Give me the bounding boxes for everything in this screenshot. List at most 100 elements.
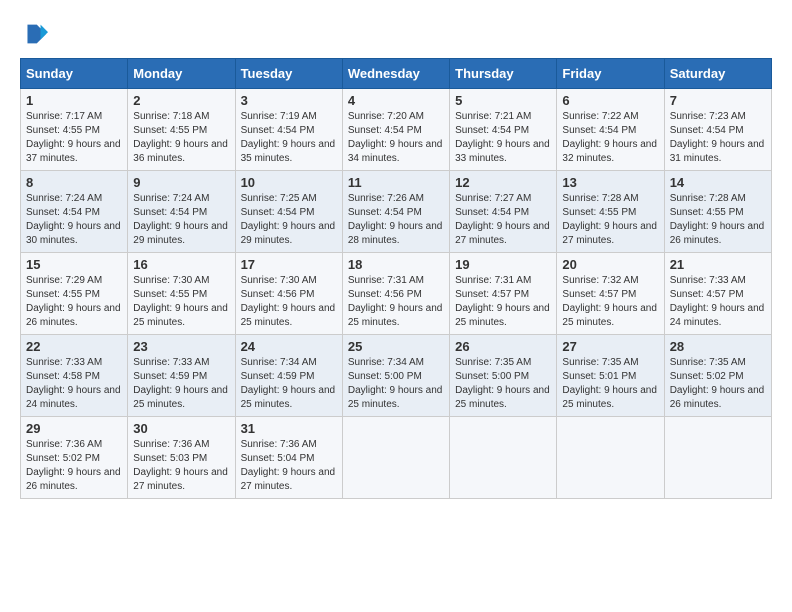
calendar-cell: 14 Sunrise: 7:28 AMSunset: 4:55 PMDayligh… [664, 171, 771, 253]
header-wednesday: Wednesday [342, 59, 449, 89]
day-content: Sunrise: 7:22 AMSunset: 4:54 PMDaylight:… [562, 111, 657, 164]
day-number: 3 [241, 93, 337, 108]
day-number: 16 [133, 257, 229, 272]
day-number: 27 [562, 339, 658, 354]
day-number: 2 [133, 93, 229, 108]
calendar-cell: 5Sunrise: 7:21 AMSunset: 4:54 PMDaylight… [450, 89, 557, 171]
day-content: Sunrise: 7:27 AMSunset: 4:54 PMDaylight:… [455, 193, 550, 246]
day-content: Sunrise: 7:17 AMSunset: 4:55 PMDaylight:… [26, 111, 121, 164]
calendar-cell: 7 Sunrise: 7:23 AMSunset: 4:54 PMDaylight… [664, 89, 771, 171]
day-content: Sunrise: 7:31 AMSunset: 4:57 PMDaylight:… [455, 275, 550, 328]
day-content: Sunrise: 7:36 AMSunset: 5:03 PMDaylight:… [133, 439, 228, 492]
day-number: 15 [26, 257, 122, 272]
header-friday: Friday [557, 59, 664, 89]
day-content: Sunrise: 7:33 AMSunset: 4:57 PMDaylight:… [670, 275, 765, 328]
calendar-cell [450, 417, 557, 499]
day-number: 5 [455, 93, 551, 108]
calendar-cell: 12 Sunrise: 7:27 AMSunset: 4:54 PMDayligh… [450, 171, 557, 253]
day-content: Sunrise: 7:26 AMSunset: 4:54 PMDaylight:… [348, 193, 443, 246]
calendar-cell: 16Sunrise: 7:30 AMSunset: 4:55 PMDayligh… [128, 253, 235, 335]
calendar-cell: 2 Sunrise: 7:18 AMSunset: 4:55 PMDaylight… [128, 89, 235, 171]
day-content: Sunrise: 7:31 AMSunset: 4:56 PMDaylight:… [348, 275, 443, 328]
day-content: Sunrise: 7:29 AMSunset: 4:55 PMDaylight:… [26, 275, 121, 328]
day-number: 12 [455, 175, 551, 190]
header-tuesday: Tuesday [235, 59, 342, 89]
day-number: 26 [455, 339, 551, 354]
day-number: 6 [562, 93, 658, 108]
calendar-cell: 25Sunrise: 7:34 AMSunset: 5:00 PMDayligh… [342, 335, 449, 417]
day-content: Sunrise: 7:25 AMSunset: 4:54 PMDaylight:… [241, 193, 336, 246]
calendar-table: SundayMondayTuesdayWednesdayThursdayFrid… [20, 58, 772, 499]
day-number: 29 [26, 421, 122, 436]
logo-icon [20, 20, 48, 48]
calendar-cell: 4Sunrise: 7:20 AMSunset: 4:54 PMDaylight… [342, 89, 449, 171]
calendar-cell: 19Sunrise: 7:31 AMSunset: 4:57 PMDayligh… [450, 253, 557, 335]
day-number: 25 [348, 339, 444, 354]
calendar-cell: 1 Sunrise: 7:17 AMSunset: 4:55 PMDaylight… [21, 89, 128, 171]
day-number: 4 [348, 93, 444, 108]
day-number: 10 [241, 175, 337, 190]
header-thursday: Thursday [450, 59, 557, 89]
day-content: Sunrise: 7:35 AMSunset: 5:00 PMDaylight:… [455, 357, 550, 410]
day-content: Sunrise: 7:23 AMSunset: 4:54 PMDaylight:… [670, 111, 765, 164]
calendar-cell: 22Sunrise: 7:33 AMSunset: 4:58 PMDayligh… [21, 335, 128, 417]
day-number: 18 [348, 257, 444, 272]
calendar-cell: 24 Sunrise: 7:34 AMSunset: 4:59 PMDayligh… [235, 335, 342, 417]
day-number: 1 [26, 93, 122, 108]
calendar-week-row: 15 Sunrise: 7:29 AMSunset: 4:55 PMDayligh… [21, 253, 772, 335]
calendar-cell: 18 Sunrise: 7:31 AMSunset: 4:56 PMDayligh… [342, 253, 449, 335]
day-number: 24 [241, 339, 337, 354]
header-saturday: Saturday [664, 59, 771, 89]
day-content: Sunrise: 7:19 AMSunset: 4:54 PMDaylight:… [241, 111, 336, 164]
calendar-cell: 3 Sunrise: 7:19 AMSunset: 4:54 PMDaylight… [235, 89, 342, 171]
day-content: Sunrise: 7:18 AMSunset: 4:55 PMDaylight:… [133, 111, 228, 164]
calendar-cell: 15 Sunrise: 7:29 AMSunset: 4:55 PMDayligh… [21, 253, 128, 335]
calendar-cell [557, 417, 664, 499]
calendar-cell: 13 Sunrise: 7:28 AMSunset: 4:55 PMDayligh… [557, 171, 664, 253]
calendar-cell: 21 Sunrise: 7:33 AMSunset: 4:57 PMDayligh… [664, 253, 771, 335]
day-content: Sunrise: 7:33 AMSunset: 4:58 PMDaylight:… [26, 357, 121, 410]
day-number: 28 [670, 339, 766, 354]
day-number: 21 [670, 257, 766, 272]
calendar-cell [342, 417, 449, 499]
calendar-cell: 30 Sunrise: 7:36 AMSunset: 5:03 PMDayligh… [128, 417, 235, 499]
day-content: Sunrise: 7:32 AMSunset: 4:57 PMDaylight:… [562, 275, 657, 328]
day-content: Sunrise: 7:28 AMSunset: 4:55 PMDaylight:… [562, 193, 657, 246]
calendar-cell: 6 Sunrise: 7:22 AMSunset: 4:54 PMDaylight… [557, 89, 664, 171]
day-number: 9 [133, 175, 229, 190]
calendar-cell: 27 Sunrise: 7:35 AMSunset: 5:01 PMDayligh… [557, 335, 664, 417]
calendar-cell: 23 Sunrise: 7:33 AMSunset: 4:59 PMDayligh… [128, 335, 235, 417]
header-monday: Monday [128, 59, 235, 89]
day-content: Sunrise: 7:34 AMSunset: 4:59 PMDaylight:… [241, 357, 336, 410]
day-number: 17 [241, 257, 337, 272]
day-content: Sunrise: 7:36 AMSunset: 5:04 PMDaylight:… [241, 439, 336, 492]
page-header [20, 20, 772, 48]
calendar-cell: 20 Sunrise: 7:32 AMSunset: 4:57 PMDayligh… [557, 253, 664, 335]
logo [20, 20, 52, 48]
day-number: 8 [26, 175, 122, 190]
calendar-week-row: 29 Sunrise: 7:36 AMSunset: 5:02 PMDayligh… [21, 417, 772, 499]
day-number: 23 [133, 339, 229, 354]
day-number: 7 [670, 93, 766, 108]
day-content: Sunrise: 7:30 AMSunset: 4:56 PMDaylight:… [241, 275, 336, 328]
calendar-cell: 9 Sunrise: 7:24 AMSunset: 4:54 PMDaylight… [128, 171, 235, 253]
day-content: Sunrise: 7:36 AMSunset: 5:02 PMDaylight:… [26, 439, 121, 492]
calendar-cell: 31 Sunrise: 7:36 AMSunset: 5:04 PMDayligh… [235, 417, 342, 499]
day-content: Sunrise: 7:33 AMSunset: 4:59 PMDaylight:… [133, 357, 228, 410]
calendar-cell: 29 Sunrise: 7:36 AMSunset: 5:02 PMDayligh… [21, 417, 128, 499]
calendar-week-row: 8 Sunrise: 7:24 AMSunset: 4:54 PMDaylight… [21, 171, 772, 253]
day-content: Sunrise: 7:35 AMSunset: 5:02 PMDaylight:… [670, 357, 765, 410]
day-number: 14 [670, 175, 766, 190]
day-content: Sunrise: 7:35 AMSunset: 5:01 PMDaylight:… [562, 357, 657, 410]
calendar-week-row: 22Sunrise: 7:33 AMSunset: 4:58 PMDayligh… [21, 335, 772, 417]
day-number: 20 [562, 257, 658, 272]
day-content: Sunrise: 7:28 AMSunset: 4:55 PMDaylight:… [670, 193, 765, 246]
day-content: Sunrise: 7:24 AMSunset: 4:54 PMDaylight:… [133, 193, 228, 246]
day-number: 30 [133, 421, 229, 436]
day-number: 13 [562, 175, 658, 190]
day-number: 31 [241, 421, 337, 436]
calendar-week-row: 1 Sunrise: 7:17 AMSunset: 4:55 PMDaylight… [21, 89, 772, 171]
header-sunday: Sunday [21, 59, 128, 89]
day-content: Sunrise: 7:24 AMSunset: 4:54 PMDaylight:… [26, 193, 121, 246]
calendar-cell [664, 417, 771, 499]
